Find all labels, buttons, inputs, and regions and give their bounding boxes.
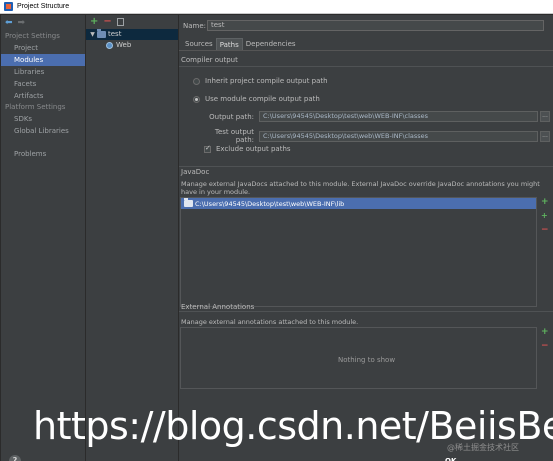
external-annotations-title: External Annotations xyxy=(181,303,255,311)
tab-dependencies[interactable]: Dependencies xyxy=(243,38,299,50)
nav-section-platform-settings: Platform Settings xyxy=(5,103,66,111)
module-name-field[interactable]: test xyxy=(207,20,544,31)
module-output-radio[interactable] xyxy=(193,95,200,103)
back-arrow-icon[interactable]: ⬅ xyxy=(5,18,13,28)
javadoc-list-item[interactable]: C:\Users\94545\Desktop\test\web\WEB-INF\… xyxy=(181,198,536,209)
intellij-app-icon xyxy=(4,2,13,11)
compiler-output-divider xyxy=(179,66,553,67)
module-tabs: Sources Paths Dependencies xyxy=(182,38,299,50)
nav-item-libraries[interactable]: Libraries xyxy=(1,66,85,78)
nav-item-sdks[interactable]: SDKs xyxy=(1,113,85,125)
title-bar: Project Structure xyxy=(0,0,553,14)
help-button[interactable]: ? xyxy=(9,455,21,461)
compiler-output-title: Compiler output xyxy=(181,56,238,64)
remove-annotation-icon[interactable]: − xyxy=(541,342,549,351)
expand-arrow-icon[interactable]: ▼ xyxy=(88,29,97,40)
module-name: test xyxy=(108,30,122,38)
javadoc-description: Manage external JavaDocs attached to thi… xyxy=(181,180,540,196)
ok-button[interactable]: OK xyxy=(445,455,461,461)
inherit-radio-label: Inherit project compile output path xyxy=(205,77,328,85)
module-tree-panel: + − ▼ test Web xyxy=(86,15,179,461)
settings-nav: ⬅ ➡ Project Settings Project Modules Lib… xyxy=(1,15,86,461)
window-title: Project Structure xyxy=(17,3,70,10)
javadoc-divider xyxy=(179,166,553,167)
nav-item-project[interactable]: Project xyxy=(1,42,85,54)
tree-item-web-facet[interactable]: Web xyxy=(86,40,178,51)
annotations-divider xyxy=(179,311,553,312)
module-output-radio-label: Use module compile output path xyxy=(205,95,320,103)
tab-sources[interactable]: Sources xyxy=(182,38,216,50)
external-annotations-description: Manage external annotations attached to … xyxy=(181,318,359,326)
module-settings-panel: Name: test Sources Paths Dependencies Co… xyxy=(179,15,553,461)
forward-arrow-icon[interactable]: ➡ xyxy=(18,18,26,28)
nav-toolbar: ⬅ ➡ xyxy=(1,15,85,31)
nav-item-modules[interactable]: Modules xyxy=(1,54,85,66)
project-structure-dialog: ⬅ ➡ Project Settings Project Modules Lib… xyxy=(0,14,553,461)
output-path-label: Output path: xyxy=(209,112,254,121)
copy-module-icon[interactable] xyxy=(116,18,124,26)
tree-item-module[interactable]: ▼ test xyxy=(86,29,178,40)
nav-section-project-settings: Project Settings xyxy=(5,32,60,40)
exclude-output-option[interactable]: Exclude output paths xyxy=(204,144,291,153)
module-folder-icon xyxy=(97,29,106,38)
nav-item-artifacts[interactable]: Artifacts xyxy=(1,90,85,102)
output-path-field[interactable]: C:\Users\94545\Desktop\test\web\WEB-INF\… xyxy=(259,111,538,122)
tab-divider xyxy=(179,50,553,51)
add-annotation-icon[interactable]: + xyxy=(541,328,549,337)
empty-annotations-text: Nothing to show xyxy=(337,356,396,364)
inherit-radio[interactable] xyxy=(193,77,200,85)
remove-javadoc-icon[interactable]: − xyxy=(541,226,549,235)
test-output-path-label: Test output path: xyxy=(214,128,254,144)
javadoc-list[interactable]: C:\Users\94545\Desktop\test\web\WEB-INF\… xyxy=(180,197,537,307)
add-javadoc-icon[interactable]: + xyxy=(541,198,549,207)
test-output-path-field[interactable]: C:\Users\94545\Desktop\test\web\WEB-INF\… xyxy=(259,130,538,142)
exclude-output-label: Exclude output paths xyxy=(216,145,291,153)
tab-paths[interactable]: Paths xyxy=(215,38,243,50)
nav-item-global-libraries[interactable]: Global Libraries xyxy=(1,125,85,137)
output-path-browse-button[interactable]: ... xyxy=(540,111,550,122)
web-globe-icon xyxy=(106,42,113,49)
output-path-row: Output path: C:\Users\94545\Desktop\test… xyxy=(201,111,550,122)
test-output-path-browse-button[interactable]: ... xyxy=(540,130,550,142)
add-module-icon[interactable]: + xyxy=(90,17,98,27)
add-javadoc-url-icon[interactable]: + xyxy=(541,212,548,220)
exclude-output-checkbox[interactable] xyxy=(204,144,211,153)
javadoc-entry-path: C:\Users\94545\Desktop\test\web\WEB-INF\… xyxy=(195,199,345,208)
test-output-path-row: Test output path: C:\Users\94545\Desktop… xyxy=(201,128,550,144)
nav-item-facets[interactable]: Facets xyxy=(1,78,85,90)
remove-module-icon[interactable]: − xyxy=(103,17,111,27)
facet-name: Web xyxy=(116,41,132,49)
module-output-option[interactable]: Use module compile output path xyxy=(193,95,320,103)
nav-item-problems[interactable]: Problems xyxy=(1,148,85,160)
inherit-output-option[interactable]: Inherit project compile output path xyxy=(193,77,328,85)
name-row: Name: test xyxy=(183,20,544,31)
tree-toolbar: + − xyxy=(86,15,178,29)
javadoc-folder-icon xyxy=(184,198,193,207)
site-watermark: @稀土掘金技术社区 xyxy=(447,443,519,452)
javadoc-title: JavaDoc xyxy=(181,168,210,176)
name-label: Name: xyxy=(183,21,207,30)
